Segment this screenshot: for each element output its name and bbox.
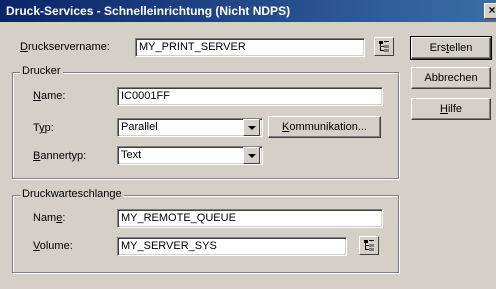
queue-name-label: Name: [33,212,66,224]
queue-group [12,195,399,273]
cancel-button[interactable]: Abbrechen [411,67,491,89]
print-server-name-input[interactable]: MY_PRINT_SERVER [135,38,365,57]
printer-name-input[interactable]: IC0001FF [117,87,383,106]
communication-button[interactable]: Kommunikation... [268,116,381,138]
print-server-name-label: Druckservername: [20,41,110,53]
window-title: Druck-Services - Schnelleinrichtung (Nic… [6,4,291,18]
title-bar: Druck-Services - Schnelleinrichtung (Nic… [0,0,496,22]
server-browse-button[interactable] [374,37,394,56]
volume-browse-button[interactable] [359,236,379,255]
close-button[interactable]: × [484,3,496,19]
banner-type-label: Bannertyp: [33,150,87,162]
queue-group-title: Druckwarteschlange [20,188,124,200]
printer-type-select[interactable]: Parallel [117,118,263,137]
create-button[interactable]: Erstellen [410,36,492,60]
tree-browse-icon [364,240,374,251]
tree-browse-icon [379,41,389,52]
printer-group-title: Drucker [20,65,63,77]
volume-input[interactable]: MY_SERVER_SYS [117,237,347,256]
banner-type-select[interactable]: Text [117,146,263,165]
printer-type-label: Typ: [33,122,54,134]
queue-name-input[interactable]: MY_REMOTE_QUEUE [117,209,383,228]
banner-type-dropdown-button[interactable] [243,147,260,164]
quick-setup-dialog: Druck-Services - Schnelleinrichtung (Nic… [0,0,496,289]
printer-type-dropdown-button[interactable] [243,119,260,136]
volume-label: Volume: [33,240,73,252]
help-button[interactable]: Hilfe [411,98,491,120]
printer-name-label: Name: [33,90,66,102]
